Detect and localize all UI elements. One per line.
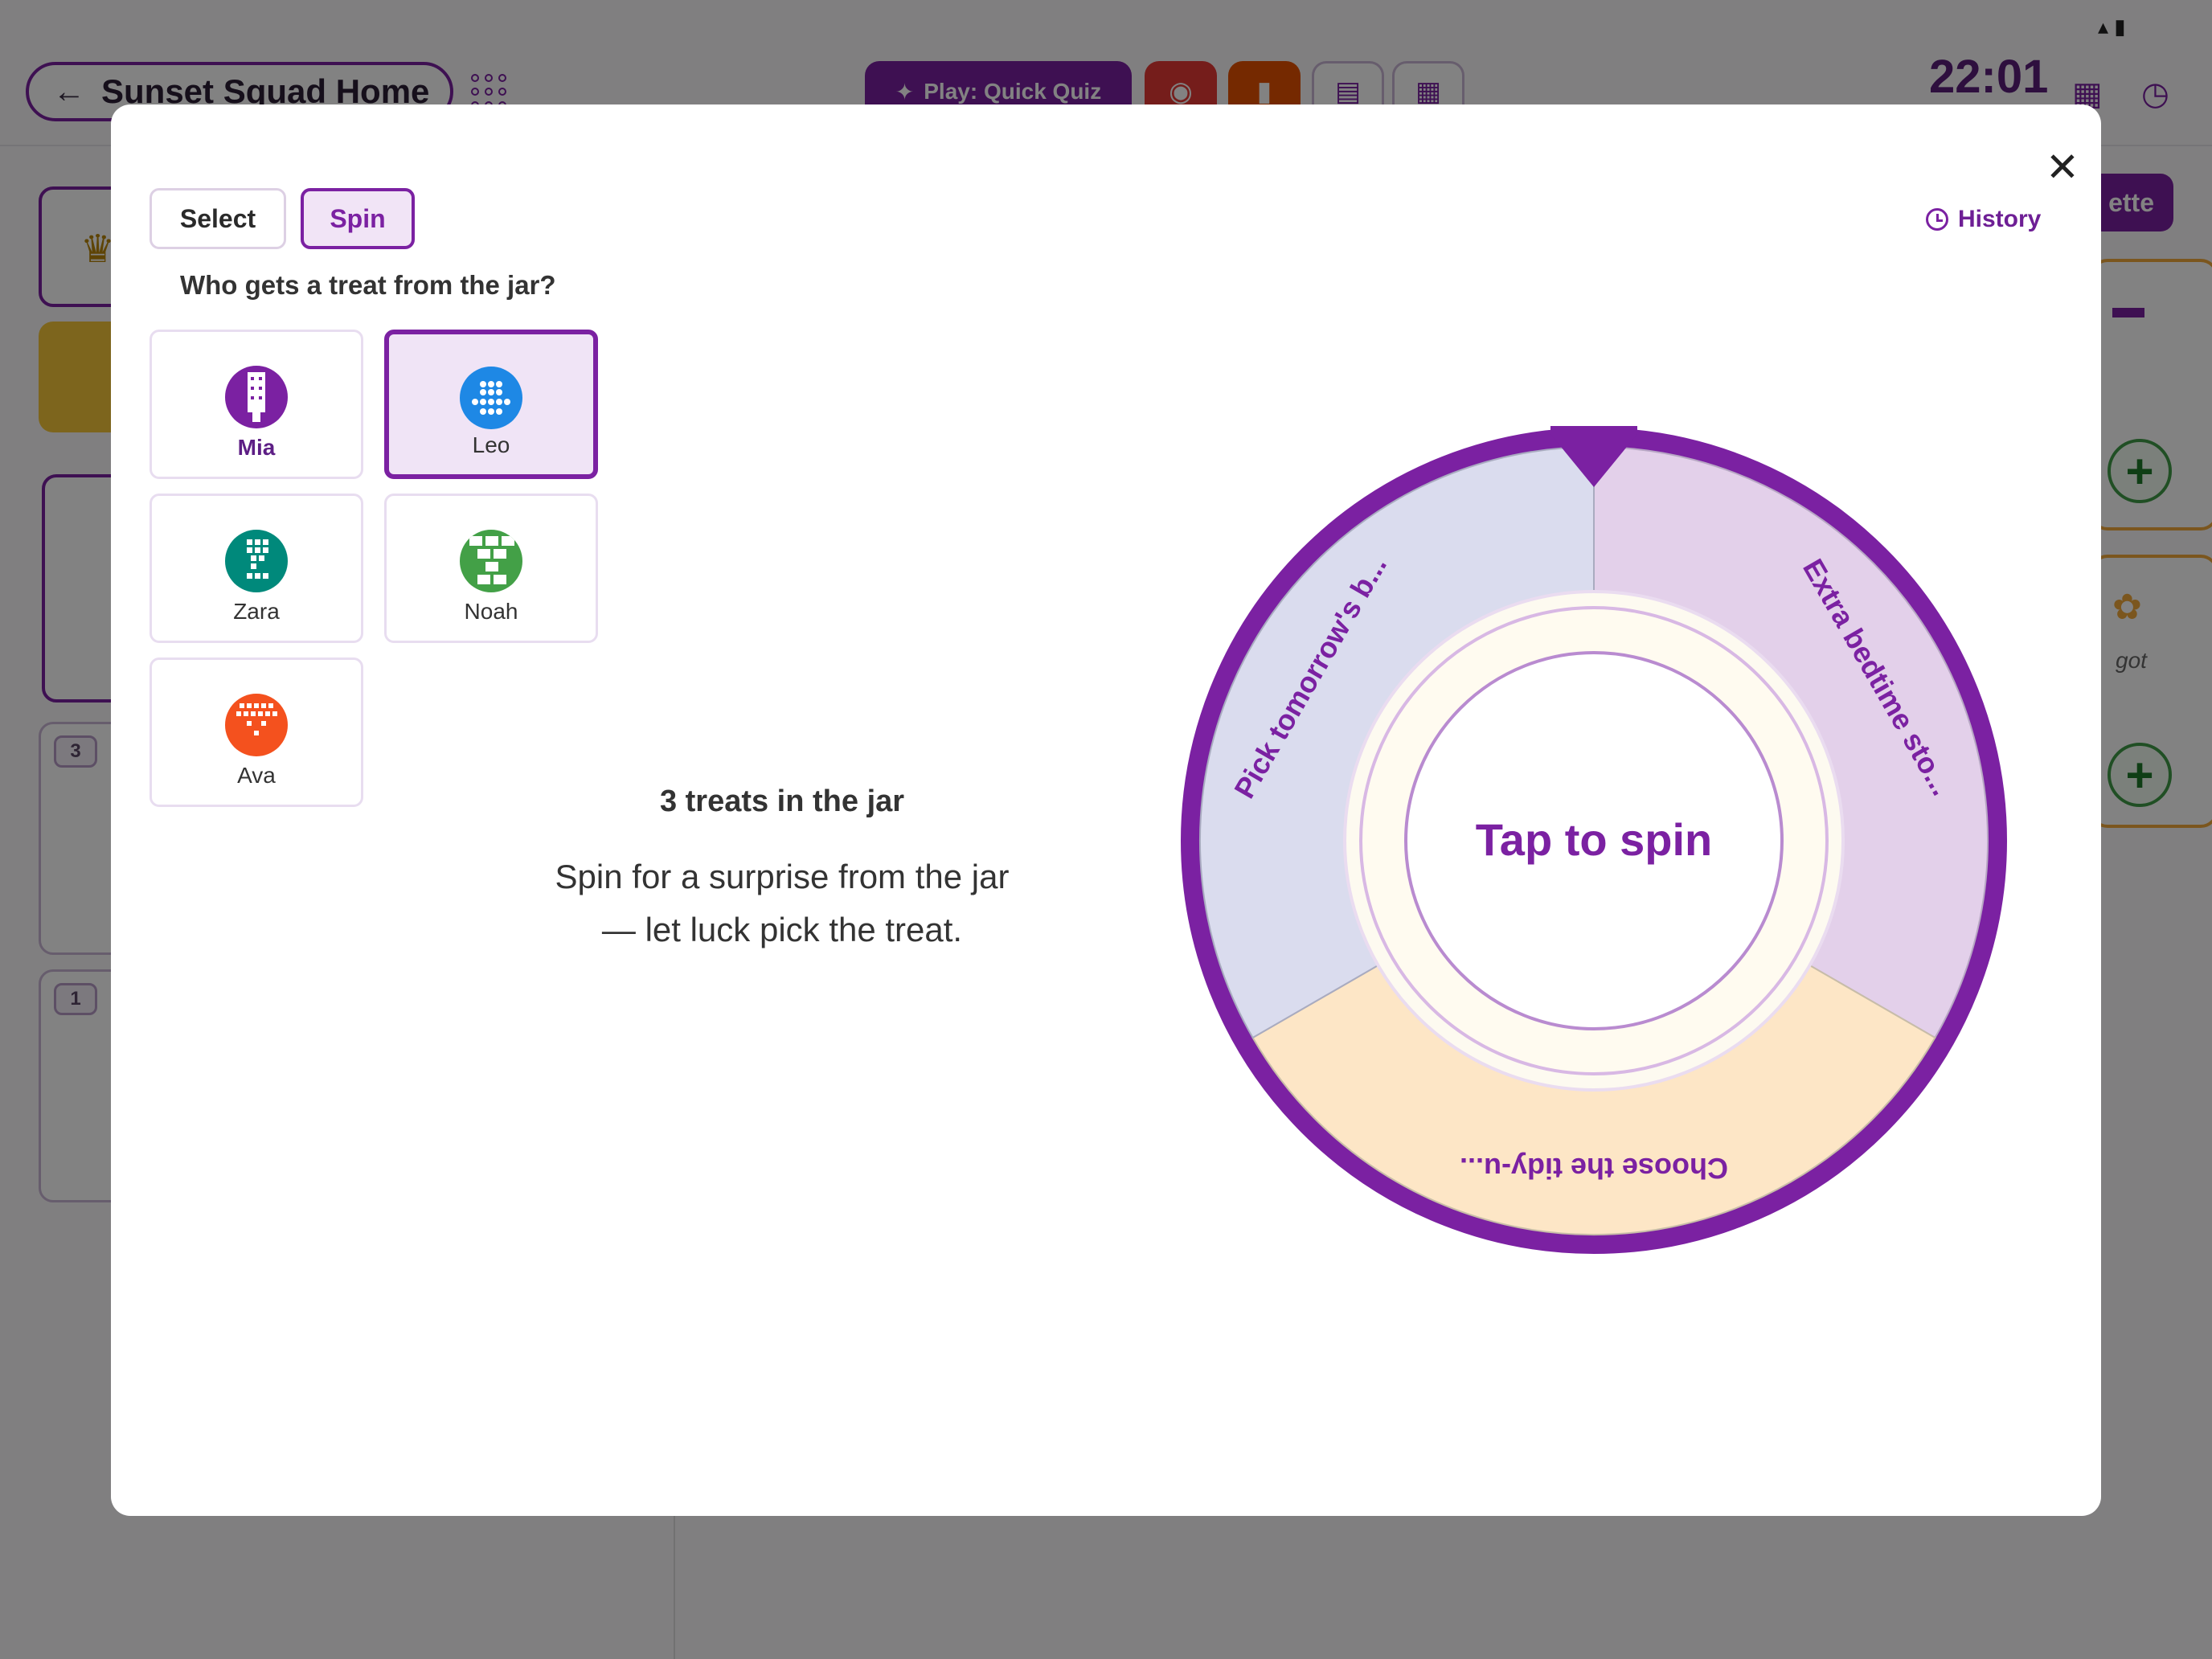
- person-name: Mia: [237, 435, 276, 460]
- history-clock-icon: [1926, 208, 1948, 231]
- close-icon: ✕: [2046, 145, 2079, 190]
- person-name: Zara: [233, 599, 280, 624]
- person-name: Noah: [464, 599, 518, 624]
- person-card-mia[interactable]: Mia: [150, 330, 363, 479]
- treat-count: 3 treats in the jar: [659, 784, 905, 818]
- person-card-noah[interactable]: Noah: [384, 494, 598, 643]
- description-line-1: Spin for a surprise from the jar: [555, 858, 1010, 895]
- avatar: [225, 530, 288, 592]
- question-text: Who gets a treat from the jar?: [180, 270, 556, 300]
- spin-modal: ✕ Select Spin History Who gets a treat f…: [111, 104, 2101, 1516]
- person-card-leo[interactable]: Leo: [384, 330, 598, 479]
- avatar: [460, 367, 522, 429]
- person-name: Leo: [472, 432, 510, 457]
- tab-select[interactable]: Select: [150, 188, 286, 249]
- history-button[interactable]: History: [1926, 206, 2041, 233]
- avatar: [460, 530, 522, 592]
- avatar: [225, 694, 288, 756]
- close-button[interactable]: ✕: [2032, 137, 2093, 198]
- person-card-ava[interactable]: Ava: [150, 657, 363, 807]
- description-line-2: — let luck pick the treat.: [601, 911, 963, 948]
- avatar: [225, 366, 288, 428]
- history-label: History: [1958, 206, 2042, 232]
- spin-wheel[interactable]: Extra bedtime sto... Choose the tidy-u..…: [1180, 421, 2016, 1262]
- person-card-zara[interactable]: Zara: [150, 494, 363, 643]
- tap-to-spin-label[interactable]: Tap to spin: [1476, 814, 1713, 865]
- tab-spin[interactable]: Spin: [301, 188, 415, 249]
- spin-description: Spin for a surprise from the jar — let l…: [465, 850, 1100, 956]
- wheel-label-tidy: Choose the tidy-u...: [1460, 1152, 1728, 1185]
- person-name: Ava: [237, 763, 276, 788]
